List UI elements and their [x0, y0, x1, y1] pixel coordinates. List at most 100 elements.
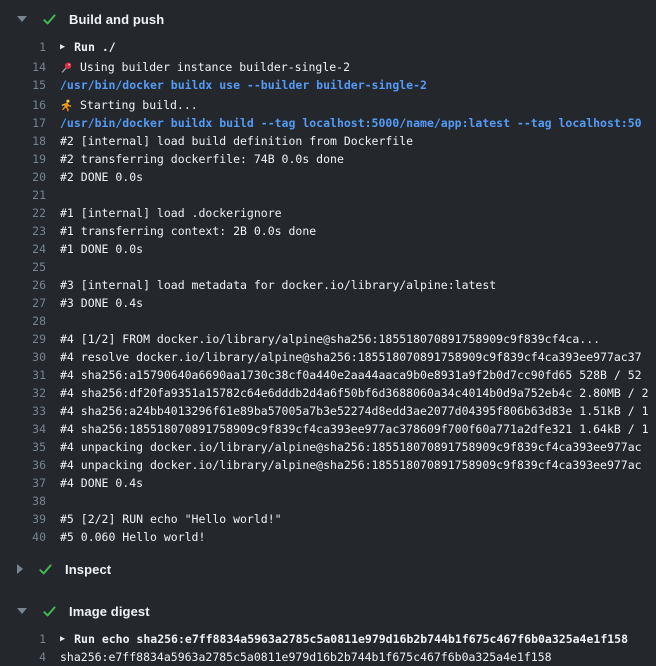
log-text-value: #5 [2/2] RUN echo "Hello world!"	[60, 510, 282, 528]
log-line: 40#5 0.060 Hello world!	[0, 528, 656, 546]
log-text-value: #2 DONE 0.0s	[60, 168, 143, 186]
log-text: ▶ Run ./	[46, 38, 116, 56]
log-line: 28	[0, 312, 656, 330]
line-number[interactable]: 28	[0, 312, 46, 330]
log-text-value: #1 transferring context: 2B 0.0s done	[60, 222, 316, 240]
log-text-value: #4 unpacking docker.io/library/alpine@sh…	[60, 456, 642, 474]
section-header-image-digest[interactable]: Image digest	[0, 598, 656, 624]
log-text-value: /usr/bin/docker buildx use --builder bui…	[60, 76, 427, 94]
line-number[interactable]: 31	[0, 366, 46, 384]
expand-group-icon[interactable]: ▶	[60, 630, 65, 648]
log-text-value: #4 sha256:a24bb4013296f61e89ba57005a7b3e…	[60, 402, 649, 420]
log-text-value: #4 [1/2] FROM docker.io/library/alpine@s…	[60, 330, 600, 348]
section-title: Image digest	[69, 604, 150, 619]
log-text-value: Starting build...	[80, 96, 198, 114]
log-text-value: Run ./	[74, 38, 116, 56]
log-block-build-and-push: 1 ▶ Run ./ 14 Using builder instance builder…	[0, 38, 656, 546]
line-number[interactable]: 39	[0, 510, 46, 528]
line-number[interactable]: 40	[0, 528, 46, 546]
log-text: #1 transferring context: 2B 0.0s done	[46, 222, 316, 240]
line-number[interactable]: 19	[0, 150, 46, 168]
log-text-value: sha256:e7ff8834a5963a2785c5a0811e979d16b…	[60, 648, 552, 666]
line-number[interactable]: 23	[0, 222, 46, 240]
chevron-down-icon[interactable]	[17, 16, 27, 22]
log-line: 19 #2 transferring dockerfile: 74B 0.0s d…	[0, 150, 656, 168]
log-text: #4 unpacking docker.io/library/alpine@sh…	[46, 438, 642, 456]
log-text: #5 0.060 Hello world!	[46, 528, 205, 546]
log-text-value: #3 DONE 0.4s	[60, 294, 143, 312]
log-text: ▶ Run echo sha256:e7ff8834a5963a2785c5a08…	[46, 630, 628, 648]
log-text-value: /usr/bin/docker buildx build --tag local…	[60, 114, 642, 132]
log-text: #3 DONE 0.4s	[46, 294, 143, 312]
log-line: 22 #1 [internal] load .dockerignore	[0, 204, 656, 222]
log-text	[46, 186, 60, 204]
line-number[interactable]: 18	[0, 132, 46, 150]
log-text: #4 sha256:a24bb4013296f61e89ba57005a7b3e…	[46, 402, 649, 420]
log-text: #1 DONE 0.0s	[46, 240, 143, 258]
log-line: 1 ▶ Run echo sha256:e7ff8834a5963a2785c5a0…	[0, 630, 656, 648]
log-text: #4 DONE 0.4s	[46, 474, 143, 492]
log-text: /usr/bin/docker buildx use --builder bui…	[46, 76, 427, 94]
log-text	[46, 258, 60, 276]
log-text-value: #3 [internal] load metadata for docker.i…	[60, 276, 496, 294]
log-text-value: #1 [internal] load .dockerignore	[60, 204, 282, 222]
log-line: 34#4 sha256:185518070891758909c9f839cf4c…	[0, 420, 656, 438]
log-text-value: #4 sha256:a15790640a6690aa1730c38cf0a440…	[60, 366, 642, 384]
line-number[interactable]: 16	[0, 96, 46, 114]
log-line: 32#4 sha256:df20fa9351a15782c64e6dddb2d4…	[0, 384, 656, 402]
chevron-down-icon[interactable]	[17, 608, 27, 614]
log-text: #3 [internal] load metadata for docker.i…	[46, 276, 496, 294]
log-text	[46, 492, 60, 510]
line-number[interactable]: 36	[0, 456, 46, 474]
log-text-value: Run echo sha256:e7ff8834a5963a2785c5a081…	[74, 630, 628, 648]
line-number[interactable]: 26	[0, 276, 46, 294]
line-number[interactable]: 22	[0, 204, 46, 222]
log-text-value: #4 unpacking docker.io/library/alpine@sh…	[60, 438, 642, 456]
success-check-icon	[42, 12, 57, 27]
line-number[interactable]: 25	[0, 258, 46, 276]
log-line: 21	[0, 186, 656, 204]
log-line: 31 #4 sha256:a15790640a6690aa1730c38cf0a4…	[0, 366, 656, 384]
log-line: 24#1 DONE 0.0s	[0, 240, 656, 258]
log-line: 33 #4 sha256:a24bb4013296f61e89ba57005a7b…	[0, 402, 656, 420]
line-number[interactable]: 1	[0, 630, 46, 648]
log-text: #4 sha256:185518070891758909c9f839cf4ca3…	[46, 420, 649, 438]
line-number[interactable]: 14	[0, 58, 46, 76]
line-number[interactable]: 37	[0, 474, 46, 492]
log-line: 23 #1 transferring context: 2B 0.0s done	[0, 222, 656, 240]
log-line: 36 #4 unpacking docker.io/library/alpine@…	[0, 456, 656, 474]
log-text-value: #2 transferring dockerfile: 74B 0.0s don…	[60, 150, 344, 168]
chevron-right-icon[interactable]	[17, 564, 23, 574]
line-number[interactable]: 34	[0, 420, 46, 438]
line-number[interactable]: 21	[0, 186, 46, 204]
line-number[interactable]: 4	[0, 648, 46, 666]
log-line: 15/usr/bin/docker buildx use --builder b…	[0, 76, 656, 94]
success-check-icon	[42, 604, 57, 619]
log-line: 29 #4 [1/2] FROM docker.io/library/alpine…	[0, 330, 656, 348]
log-text: #4 [1/2] FROM docker.io/library/alpine@s…	[46, 330, 600, 348]
log-text-value: Using builder instance builder-single-2	[80, 58, 350, 76]
log-text-value: #4 resolve docker.io/library/alpine@sha2…	[60, 348, 642, 366]
line-number[interactable]: 15	[0, 76, 46, 94]
line-number[interactable]: 24	[0, 240, 46, 258]
section-title: Build and push	[69, 12, 164, 27]
section-header-build-and-push[interactable]: Build and push	[0, 6, 656, 32]
line-number[interactable]: 30	[0, 348, 46, 366]
expand-group-icon[interactable]: ▶	[60, 38, 65, 56]
log-text: sha256:e7ff8834a5963a2785c5a0811e979d16b…	[46, 648, 552, 666]
line-number[interactable]: 29	[0, 330, 46, 348]
log-text: /usr/bin/docker buildx build --tag local…	[46, 114, 642, 132]
line-number[interactable]: 38	[0, 492, 46, 510]
line-number[interactable]: 35	[0, 438, 46, 456]
line-number[interactable]: 27	[0, 294, 46, 312]
log-line: 17/usr/bin/docker buildx build --tag loc…	[0, 114, 656, 132]
log-line: 35 #4 unpacking docker.io/library/alpine@…	[0, 438, 656, 456]
section-header-inspect[interactable]: Inspect	[0, 556, 656, 582]
line-number[interactable]: 20	[0, 168, 46, 186]
line-number[interactable]: 33	[0, 402, 46, 420]
line-number[interactable]: 32	[0, 384, 46, 402]
line-number[interactable]: 17	[0, 114, 46, 132]
log-line: 4 sha256:e7ff8834a5963a2785c5a0811e979d16…	[0, 648, 656, 666]
log-line: 1 ▶ Run ./	[0, 38, 656, 56]
line-number[interactable]: 1	[0, 38, 46, 56]
